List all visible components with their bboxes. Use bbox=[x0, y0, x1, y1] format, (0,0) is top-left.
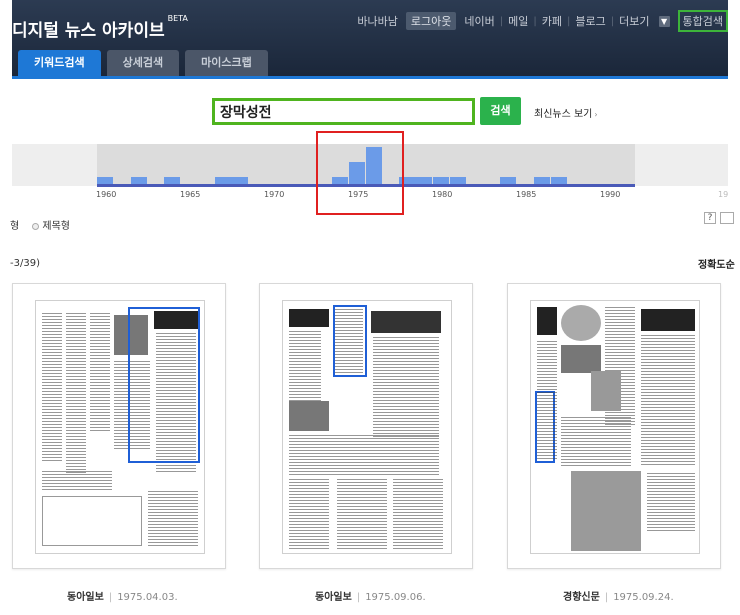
nav-blog[interactable]: 블로그 bbox=[570, 13, 610, 29]
timeline-bar[interactable] bbox=[416, 176, 433, 184]
timeline-bar[interactable] bbox=[97, 176, 114, 184]
tab-my-scrap[interactable]: 마이스크랩 bbox=[185, 50, 268, 76]
arrow-right-icon: › bbox=[594, 110, 598, 119]
year-label: 1985 bbox=[516, 190, 537, 199]
view-options: 형 제목형 bbox=[10, 217, 70, 232]
beta-badge: BETA bbox=[167, 14, 188, 23]
integrated-search-link[interactable]: 통합검색 bbox=[677, 10, 728, 32]
search-tabs: 키워드검색 상세검색 마이스크랩 bbox=[18, 50, 274, 76]
radio-icon[interactable] bbox=[32, 222, 40, 230]
year-label-partial: 19 bbox=[718, 190, 729, 199]
help-icon[interactable]: ? bbox=[704, 212, 716, 224]
year-label: 1970 bbox=[264, 190, 285, 199]
year-label: 1980 bbox=[432, 190, 453, 199]
view-type-title[interactable]: 제목형 bbox=[42, 221, 70, 232]
result-caption: 경향신문 | 1975.09.24. bbox=[563, 588, 674, 603]
nav-more[interactable]: 더보기 bbox=[614, 13, 654, 29]
caption-separator: | bbox=[604, 592, 609, 603]
newspaper-thumbnail[interactable] bbox=[35, 300, 205, 554]
newspaper-name[interactable]: 동아일보 bbox=[67, 592, 104, 603]
tab-underline bbox=[12, 76, 728, 79]
timeline-bar[interactable] bbox=[433, 176, 450, 184]
year-label: 1990 bbox=[600, 190, 621, 199]
timeline-bar[interactable] bbox=[214, 176, 231, 184]
search-input[interactable] bbox=[215, 101, 472, 122]
caption-separator: | bbox=[108, 592, 113, 603]
timeline-bar[interactable] bbox=[164, 176, 181, 184]
site-logo[interactable]: 디지털 뉴스 아카이브BETA bbox=[12, 14, 188, 41]
global-nav: 바나바남 로그아웃 네이버 | 메일 | 카페 | 블로그 | 더보기 ▼ 통합… bbox=[352, 10, 728, 32]
article-highlight bbox=[128, 307, 200, 463]
result-caption: 동아일보 | 1975.09.06. bbox=[315, 588, 426, 603]
result-card[interactable] bbox=[12, 283, 226, 569]
timeline-bar[interactable] bbox=[130, 176, 147, 184]
timeline-bar[interactable] bbox=[231, 176, 248, 184]
tab-advanced-search[interactable]: 상세검색 bbox=[106, 50, 180, 76]
year-label: 1960 bbox=[96, 190, 117, 199]
page-root: 디지털 뉴스 아카이브BETA 바나바남 로그아웃 네이버 | 메일 | 카페 … bbox=[0, 0, 740, 615]
result-count: -3/39) bbox=[10, 258, 40, 269]
view-type-image[interactable]: 형 bbox=[10, 221, 19, 232]
year-label: 1965 bbox=[180, 190, 201, 199]
nav-mail[interactable]: 메일 bbox=[503, 13, 533, 29]
nav-naver[interactable]: 네이버 bbox=[459, 13, 499, 29]
recent-news-link[interactable]: 최신뉴스 보기 › bbox=[534, 105, 598, 120]
nav-user-name[interactable]: 바나바남 bbox=[352, 13, 402, 29]
newspaper-thumbnail[interactable] bbox=[282, 300, 452, 554]
result-card[interactable] bbox=[259, 283, 473, 569]
nav-cafe[interactable]: 카페 bbox=[537, 13, 567, 29]
newspaper-thumbnail[interactable] bbox=[530, 300, 700, 554]
recent-news-label: 최신뉴스 보기 bbox=[534, 109, 593, 120]
publish-date: 1975.09.24. bbox=[613, 592, 674, 603]
tab-keyword-search[interactable]: 키워드검색 bbox=[18, 50, 101, 76]
nav-logout-button[interactable]: 로그아웃 bbox=[405, 12, 457, 30]
top-header: 디지털 뉴스 아카이브BETA 바나바남 로그아웃 네이버 | 메일 | 카페 … bbox=[12, 0, 728, 78]
newspaper-name[interactable]: 동아일보 bbox=[315, 592, 352, 603]
timeline-bar[interactable] bbox=[500, 176, 517, 184]
caption-separator: | bbox=[356, 592, 361, 603]
result-card[interactable] bbox=[507, 283, 721, 569]
search-box bbox=[212, 98, 475, 125]
publish-date: 1975.09.06. bbox=[365, 592, 426, 603]
timeline-bar[interactable] bbox=[533, 176, 551, 184]
result-caption: 동아일보 | 1975.04.03. bbox=[67, 588, 178, 603]
help-extra-icon[interactable] bbox=[720, 212, 734, 224]
highlight-annotation-box bbox=[316, 131, 404, 215]
timeline-bar[interactable] bbox=[550, 176, 567, 184]
logo-text: 디지털 뉴스 아카이브 bbox=[12, 21, 165, 41]
newspaper-name[interactable]: 경향신문 bbox=[563, 592, 600, 603]
search-button[interactable]: 검색 bbox=[480, 97, 521, 125]
sort-option[interactable]: 정확도순 bbox=[698, 256, 735, 271]
chevron-down-icon[interactable]: ▼ bbox=[658, 15, 670, 27]
timeline-bar[interactable] bbox=[449, 176, 467, 184]
publish-date: 1975.04.03. bbox=[117, 592, 178, 603]
